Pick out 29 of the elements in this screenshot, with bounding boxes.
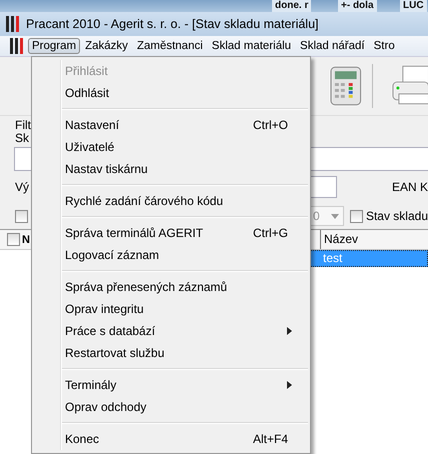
menu-item[interactable]: Správa přenesených záznamů: [32, 276, 310, 298]
menu-bar-item[interactable]: Sklad nářadí: [296, 38, 369, 54]
taskbar-item[interactable]: LUC: [400, 0, 427, 12]
menu-item[interactable]: Konec Alt+F4: [32, 428, 310, 450]
field-label: Vý: [15, 180, 30, 194]
menu-item[interactable]: Odhlásit: [32, 82, 310, 104]
field-label: Sk: [15, 131, 30, 145]
menu-item[interactable]: Terminály: [32, 374, 310, 396]
column-header[interactable]: N: [22, 234, 30, 246]
menu-bar-item[interactable]: Zaměstnanci: [132, 38, 207, 54]
window-title: Pracant 2010 - Agerit s. r. o. - [Stav skladu materiálu]: [26, 17, 318, 31]
menu-bar-item[interactable]: Program: [28, 38, 80, 54]
menu-item[interactable]: Restartovat službu: [32, 342, 310, 364]
menu-item[interactable]: Nastav tiskárnu: [32, 158, 310, 180]
menu-item[interactable]: Oprav odchody: [32, 396, 310, 418]
menu-item[interactable]: Nastavení Ctrl+O: [32, 114, 310, 136]
menu-item[interactable]: Logovací záznam: [32, 244, 310, 266]
menu-bar-item[interactable]: Sklad materiálu: [208, 38, 296, 54]
filter-label: Filt: [15, 118, 31, 132]
menu-bar-item[interactable]: Stro: [370, 38, 399, 54]
ean-label: EAN K: [392, 180, 428, 194]
taskbar-item[interactable]: done. r: [272, 0, 312, 12]
checkbox-label: Stav skladu: [366, 209, 428, 223]
menu-item[interactable]: Práce s databází: [32, 320, 310, 342]
menu-item[interactable]: Uživatelé: [32, 136, 310, 158]
menu-bar-item[interactable]: Zakázky: [81, 38, 132, 54]
menu-item[interactable]: Oprav integritu: [32, 298, 310, 320]
column-header[interactable]: Název: [320, 230, 428, 249]
taskbar-item[interactable]: +- dola: [338, 0, 377, 12]
